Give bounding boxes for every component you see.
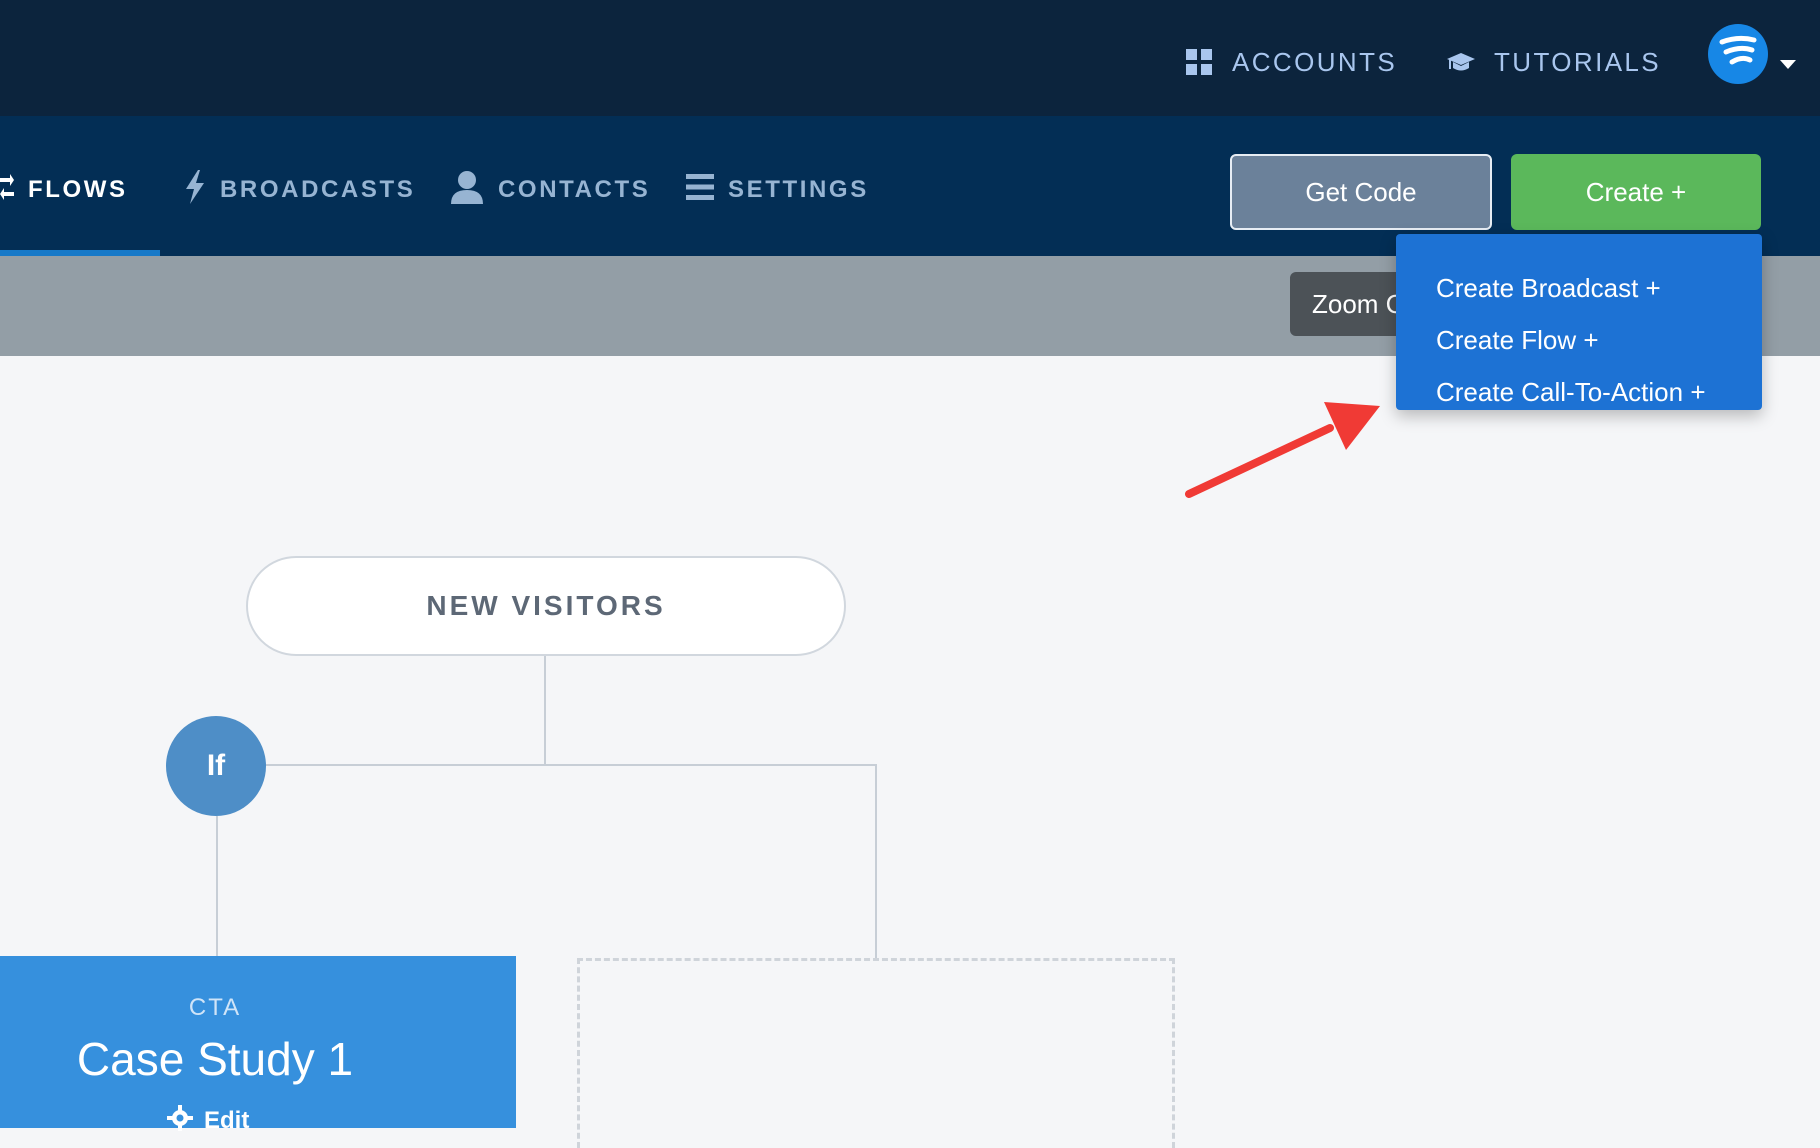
- cta-edit-link[interactable]: Edit: [166, 1104, 250, 1139]
- create-flow-menu-item[interactable]: Create Flow +: [1436, 320, 1599, 360]
- connector-line: [875, 764, 877, 958]
- if-condition-node[interactable]: If: [166, 716, 266, 816]
- get-code-button[interactable]: Get Code: [1230, 154, 1492, 230]
- tab-settings-label: SETTINGS: [728, 176, 869, 203]
- tab-flows-label: FLOWS: [28, 176, 128, 203]
- lightning-icon: [184, 169, 206, 211]
- brand-logo-icon: [1718, 34, 1758, 75]
- annotation-arrow: [1185, 402, 1380, 498]
- account-avatar[interactable]: [1708, 24, 1768, 84]
- connector-line: [216, 816, 218, 956]
- chevron-down-icon[interactable]: [1780, 60, 1796, 69]
- grid-icon: [1184, 47, 1214, 77]
- connector-line: [216, 764, 876, 766]
- cta-edit-label: Edit: [204, 1107, 250, 1134]
- graduation-cap-icon: [1446, 47, 1476, 77]
- connector-line: [544, 656, 546, 764]
- create-cta-menu-item[interactable]: Create Call-To-Action +: [1436, 372, 1706, 412]
- tab-flows[interactable]: FLOWS: [0, 168, 128, 212]
- tutorials-link[interactable]: TUTORIALS: [1446, 40, 1661, 84]
- cta-type-label: CTA: [188, 994, 242, 1021]
- cta-title: Case Study 1: [76, 1033, 354, 1085]
- accounts-link[interactable]: ACCOUNTS: [1184, 40, 1397, 84]
- tutorials-label: TUTORIALS: [1494, 46, 1662, 77]
- create-dropdown-menu: Create Broadcast + Create Flow + Create …: [1396, 234, 1762, 410]
- tab-broadcasts-label: BROADCASTS: [220, 176, 416, 203]
- top-bar: ACCOUNTS TUTORIALS: [0, 0, 1820, 116]
- user-icon: [450, 170, 484, 211]
- menu-icon: [686, 173, 714, 208]
- tab-contacts[interactable]: CONTACTS: [450, 168, 650, 212]
- create-broadcast-menu-item[interactable]: Create Broadcast +: [1436, 268, 1661, 308]
- tab-broadcasts[interactable]: BROADCASTS: [184, 168, 415, 212]
- tab-contacts-label: CONTACTS: [498, 176, 651, 203]
- tab-settings[interactable]: SETTINGS: [686, 168, 869, 212]
- gear-icon: [166, 1104, 194, 1139]
- cta-card[interactable]: CTA Case Study 1 Edit: [0, 956, 516, 1134]
- empty-drop-zone[interactable]: [577, 958, 1175, 1148]
- start-node[interactable]: NEW VISITORS: [246, 556, 846, 656]
- flows-icon: [0, 172, 14, 209]
- create-button[interactable]: Create +: [1511, 154, 1761, 230]
- accounts-label: ACCOUNTS: [1232, 46, 1398, 77]
